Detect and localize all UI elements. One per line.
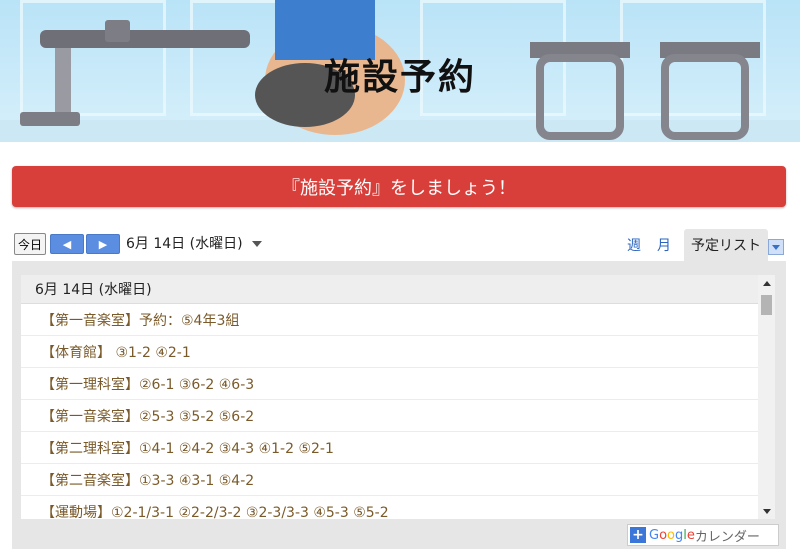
scroll-thumb[interactable] — [761, 295, 772, 315]
bench-base — [20, 112, 80, 126]
tab-week[interactable]: 週 — [627, 235, 641, 255]
prev-button[interactable]: ◀ — [50, 234, 84, 254]
bench-knob — [105, 20, 130, 42]
google-logo-letter: G — [649, 527, 660, 543]
header-banner: 施設予約 — [0, 0, 800, 142]
agenda-scrollbar[interactable] — [758, 275, 775, 519]
current-date-label[interactable]: 6月 14日 (水曜日) — [126, 233, 243, 253]
tab-agenda[interactable]: 予定リスト — [684, 229, 768, 261]
agenda-event[interactable]: 【第一理科室】②6-1 ③6-2 ④6-3 — [21, 368, 758, 400]
plus-icon: + — [630, 527, 646, 543]
scroll-up-icon[interactable] — [758, 275, 775, 291]
add-to-google-calendar-button[interactable]: + Google カレンダー — [627, 524, 779, 546]
agenda-event[interactable]: 【運動場】①2-1/3-1 ②2-2/3-2 ③2-3/3-3 ④5-3 ⑤5-… — [21, 496, 758, 520]
google-logo-letter: o — [667, 527, 676, 543]
bench-pad — [40, 30, 250, 48]
google-calendar-label: カレンダー — [694, 529, 760, 545]
agenda-event[interactable]: 【第二理科室】①4-1 ②4-2 ③4-3 ④1-2 ⑤2-1 — [21, 432, 758, 464]
date-dropdown-caret-icon[interactable] — [252, 241, 262, 247]
google-logo-letter: g — [675, 527, 684, 543]
today-button[interactable]: 今日 — [14, 233, 46, 255]
tab-month[interactable]: 月 — [657, 235, 671, 255]
agenda-event[interactable]: 【第一音楽室】②5-3 ③5-2 ⑤6-2 — [21, 400, 758, 432]
chevron-down-icon — [772, 244, 780, 250]
page-title: 施設予約 — [323, 57, 476, 98]
google-logo-letter: o — [659, 527, 668, 543]
view-dropdown-icon[interactable] — [768, 239, 784, 255]
google-calendar-embed: 今日 ◀ ▶ 6月 14日 (水曜日) 週 月 予定リスト 6月 14日 (水曜… — [12, 227, 786, 549]
google-logo-letter: e — [686, 527, 695, 543]
agenda-event[interactable]: 【第二音楽室】①3-3 ④3-1 ⑤4-2 — [21, 464, 758, 496]
agenda-event[interactable]: 【体育館】 ③1-2 ④2-1 — [21, 336, 758, 368]
calendar-toolbar: 今日 ◀ ▶ 6月 14日 (水曜日) 週 月 予定リスト — [12, 227, 786, 261]
agenda-panel: 6月 14日 (水曜日) 【第一音楽室】予約：⑤4年3組 【体育館】 ③1-2 … — [12, 261, 786, 549]
scroll-down-icon[interactable] — [758, 503, 775, 519]
agenda-list[interactable]: 6月 14日 (水曜日) 【第一音楽室】予約：⑤4年3組 【体育館】 ③1-2 … — [21, 275, 758, 519]
agenda-event[interactable]: 【第一音楽室】予約：⑤4年3組 — [21, 304, 758, 336]
next-button[interactable]: ▶ — [86, 234, 120, 254]
reservation-cta-bar: 『施設予約』をしましょう！ — [12, 166, 786, 207]
agenda-date-header: 6月 14日 (水曜日) — [21, 275, 758, 304]
